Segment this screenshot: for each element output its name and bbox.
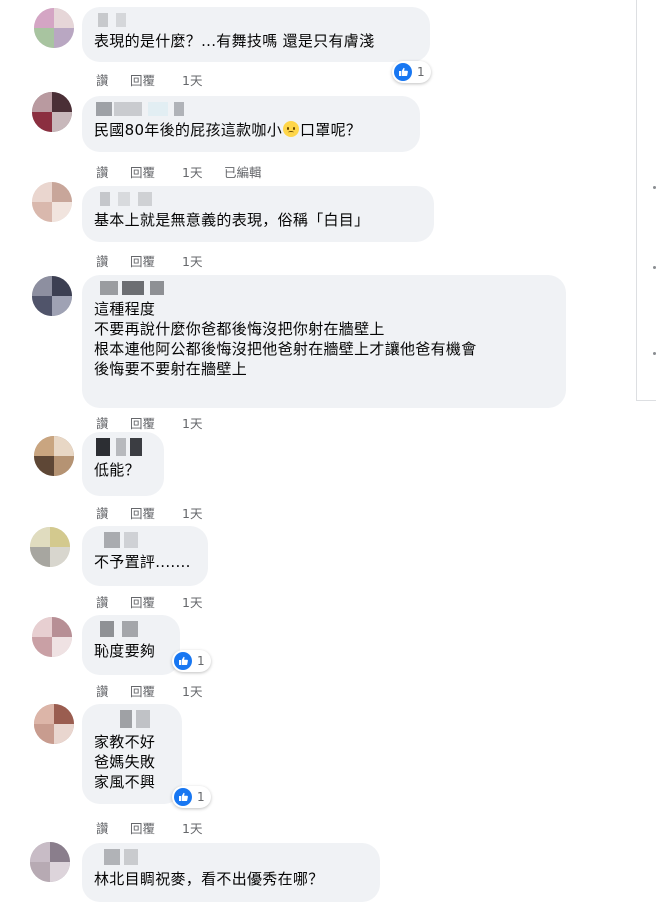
avatar[interactable]: [30, 842, 70, 882]
comment-bubble: 低能？: [82, 432, 164, 496]
comment-text-line: 這種程度: [94, 300, 156, 318]
like-button[interactable]: 讚: [96, 681, 109, 700]
comment-bubble: 基本上就是無意義的表現，俗稱「白目」: [82, 186, 434, 242]
like-button[interactable]: 讚: [96, 592, 109, 611]
avatar[interactable]: [30, 527, 70, 567]
timestamp[interactable]: 1天: [182, 413, 202, 432]
reaction-count[interactable]: 1: [172, 650, 211, 672]
timestamp[interactable]: 1天: [182, 503, 202, 522]
author-name-blurred[interactable]: [94, 849, 368, 865]
comment-text: 不予置評.......: [94, 553, 191, 571]
comment-text: 民國80年後的屁孩這款咖小 口罩呢？: [94, 120, 408, 140]
like-button[interactable]: 讚: [96, 503, 109, 522]
comment-bubble: 這種程度 不要再說什麼你爸都後悔沒把你射在牆壁上 根本連他阿公都後悔沒把他爸射在…: [82, 275, 566, 408]
avatar[interactable]: [32, 92, 72, 132]
comment-text-line: 根本連他阿公都後悔沒把他爸射在牆壁上才讓他爸有機會: [94, 340, 477, 358]
reply-button[interactable]: 回覆: [130, 681, 155, 700]
timestamp[interactable]: 1天: [182, 162, 202, 181]
comment-text-line: 爸媽失敗: [94, 753, 156, 771]
comment-text: 表現的是什麼？...有舞技嗎 還是只有膚淺: [94, 32, 375, 50]
side-panel: [636, 0, 656, 401]
reply-button[interactable]: 回覆: [130, 818, 155, 837]
reply-button[interactable]: 回覆: [130, 162, 155, 181]
avatar[interactable]: [32, 617, 72, 657]
author-name-blurred[interactable]: [94, 13, 418, 27]
avatar[interactable]: [32, 182, 72, 222]
like-button[interactable]: 讚: [96, 162, 109, 181]
author-name-blurred[interactable]: [94, 281, 554, 295]
comment-bubble: 不予置評.......: [82, 526, 208, 586]
timestamp[interactable]: 1天: [182, 70, 202, 89]
like-button[interactable]: 讚: [96, 251, 109, 270]
comment-bubble: 民國80年後的屁孩這款咖小 口罩呢？: [82, 96, 420, 152]
comment-text-line: 家風不興: [94, 773, 156, 791]
timestamp[interactable]: 1天: [182, 681, 202, 700]
comment-text: 低能？: [94, 461, 140, 479]
comment-text-line: 不要再說什麼你爸都後悔沒把你射在牆壁上: [94, 320, 385, 338]
author-name-blurred[interactable]: [94, 710, 170, 728]
disappointed-emoji: [283, 121, 299, 137]
reaction-count-value: 1: [197, 654, 205, 668]
reply-button[interactable]: 回覆: [130, 592, 155, 611]
edited-label: 已編輯: [224, 165, 262, 180]
like-button[interactable]: 讚: [96, 413, 109, 432]
comment-bubble: 表現的是什麼？...有舞技嗎 還是只有膚淺: [82, 7, 430, 62]
comment-text-part: 民國80年後的屁孩這款咖小: [94, 121, 282, 139]
avatar[interactable]: [32, 276, 72, 316]
like-button[interactable]: 讚: [96, 818, 109, 837]
reaction-count-value: 1: [417, 65, 425, 79]
reaction-count[interactable]: 1: [392, 61, 431, 83]
author-name-blurred[interactable]: [94, 532, 196, 548]
author-name-blurred[interactable]: [94, 438, 152, 456]
avatar[interactable]: [34, 8, 74, 48]
comment-text: 林北目睭祝麥，看不出優秀在哪？: [94, 870, 324, 888]
comment-text-part: 口罩呢？: [300, 121, 362, 139]
reaction-count[interactable]: 1: [172, 786, 211, 808]
like-icon: [174, 788, 192, 806]
reply-button[interactable]: 回覆: [130, 503, 155, 522]
like-button[interactable]: 讚: [96, 70, 109, 89]
author-name-blurred[interactable]: [94, 102, 408, 116]
author-name-blurred[interactable]: [94, 192, 422, 206]
timestamp[interactable]: 1天: [182, 592, 202, 611]
like-icon: [394, 63, 412, 81]
timestamp[interactable]: 1天: [182, 251, 202, 270]
timestamp[interactable]: 1天: [182, 818, 202, 837]
author-name-blurred[interactable]: [94, 621, 168, 637]
reaction-count-value: 1: [197, 790, 205, 804]
comment-bubble: 恥度要夠: [82, 615, 180, 675]
like-icon: [174, 652, 192, 670]
avatar[interactable]: [34, 704, 74, 744]
comment-bubble: 林北目睭祝麥，看不出優秀在哪？: [82, 843, 380, 902]
comment-text: 基本上就是無意義的表現，俗稱「白目」: [94, 211, 370, 229]
comment-bubble: 家教不好 爸媽失敗 家風不興: [82, 704, 182, 804]
reply-button[interactable]: 回覆: [130, 413, 155, 432]
reply-button[interactable]: 回覆: [130, 251, 155, 270]
reply-button[interactable]: 回覆: [130, 70, 155, 89]
comment-text-line: 家教不好: [94, 733, 156, 751]
comment-text: 恥度要夠: [94, 642, 156, 660]
avatar[interactable]: [34, 436, 74, 476]
comment-text-line: 後悔要不要射在牆壁上: [94, 360, 248, 378]
